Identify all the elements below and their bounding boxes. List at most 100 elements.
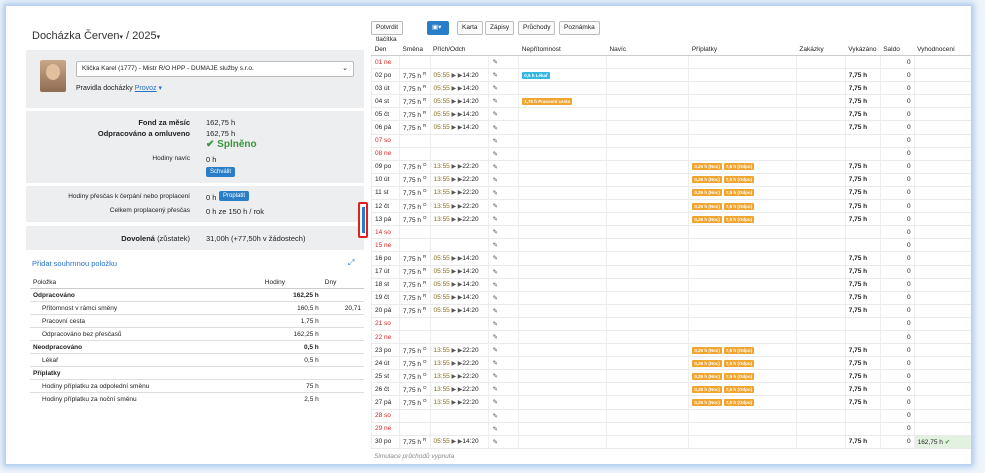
- surcharge-tag[interactable]: 7,5 h (Odpo): [723, 398, 755, 406]
- day-row[interactable]: 15 ne ✎ 0: [371, 238, 971, 253]
- pencil-icon[interactable]: ✎: [492, 399, 497, 406]
- pencil-icon[interactable]: ✎: [492, 98, 497, 105]
- surcharge-tag[interactable]: 0,25 h (Noc): [692, 189, 722, 197]
- passages-button[interactable]: Průchody: [518, 21, 556, 35]
- pencil-icon[interactable]: ✎: [492, 229, 497, 236]
- day-row[interactable]: 07 so ✎ 0: [371, 134, 971, 148]
- pencil-icon[interactable]: ✎: [492, 190, 497, 197]
- day-row[interactable]: 05 čt 7,75 h R 05:55 ▶ ▶14:20 ✎ 7,75 h0: [371, 107, 971, 122]
- surcharge-tag[interactable]: 0,25 h (Noc): [692, 359, 722, 367]
- day-row[interactable]: 30 po 7,75 h R 05:55 ▶ ▶14:20 ✎ 7,75 h 0 162,75…: [371, 435, 971, 449]
- day-row[interactable]: 24 út 7,75 h O 13:55 ▶ ▶22:20 ✎ 0,25 h (Noc) 7…: [371, 356, 971, 371]
- rules-link[interactable]: Provoz: [135, 85, 157, 92]
- expand-icon[interactable]: ⤢: [348, 258, 354, 268]
- pencil-icon[interactable]: ✎: [492, 216, 497, 223]
- pay-overtime-button[interactable]: Proplatit: [219, 191, 250, 201]
- day-row[interactable]: 25 st 7,75 h O 13:55 ▶ ▶22:20 ✎ 0,25 h (Noc) 7…: [371, 369, 971, 384]
- pencil-icon[interactable]: ✎: [492, 203, 497, 210]
- pencil-icon[interactable]: ✎: [492, 347, 497, 354]
- records-button[interactable]: Zápisy: [485, 21, 515, 35]
- caret-down-icon[interactable]: ▾: [159, 85, 163, 92]
- surcharge-tag[interactable]: 0,25 h (Noc): [692, 346, 722, 354]
- surcharge-tag[interactable]: 0,25 h (Noc): [692, 202, 722, 210]
- pencil-icon[interactable]: ✎: [492, 413, 497, 420]
- employee-select[interactable]: Klička Karel (1777) - Mistr R/O HPP - DU…: [76, 61, 354, 77]
- pencil-icon[interactable]: ✎: [492, 177, 497, 184]
- pencil-icon[interactable]: ✎: [492, 59, 497, 66]
- pencil-icon[interactable]: ✎: [492, 282, 497, 289]
- surcharge-tag[interactable]: 7,5 h (Odpo): [723, 359, 755, 367]
- month-dropdown[interactable]: Docházka Červen▾: [32, 30, 123, 42]
- pencil-icon[interactable]: ✎: [492, 321, 497, 328]
- day-row[interactable]: 20 pá 7,75 h R 05:55 ▶ ▶14:20 ✎ 7,75 h0: [371, 304, 971, 318]
- day-row[interactable]: 27 pá 7,75 h O 13:55 ▶ ▶22:20 ✎ 0,25 h (Noc) 7…: [371, 395, 971, 410]
- panel-resize-handle[interactable]: [358, 202, 368, 238]
- day-row[interactable]: 22 ne ✎ 0: [371, 330, 971, 345]
- reported-cell: 7,75 h: [844, 369, 881, 384]
- day-row[interactable]: 23 po 7,75 h O 13:55 ▶ ▶22:20 ✎ 0,25 h (Noc) 7…: [371, 343, 971, 358]
- day-row[interactable]: 01 ne ✎ 0: [371, 55, 971, 70]
- day-row[interactable]: 17 út 7,75 h R 05:55 ▶ ▶14:20 ✎ 7,75 h0: [371, 265, 971, 279]
- pencil-icon[interactable]: ✎: [492, 439, 497, 446]
- absence-tag[interactable]: 1,75 h Pracovní cesta: [522, 97, 573, 105]
- pencil-icon[interactable]: ✎: [492, 269, 497, 276]
- pencil-icon[interactable]: ✎: [492, 255, 497, 262]
- pencil-icon[interactable]: ✎: [492, 242, 497, 249]
- day-row[interactable]: 26 čt 7,75 h O 13:55 ▶ ▶22:20 ✎ 0,25 h (Noc) 7…: [371, 382, 971, 397]
- absence-tag[interactable]: 0,5 h Lékař: [522, 71, 550, 79]
- day-row[interactable]: 16 po 7,75 h R 05:55 ▶ ▶14:20 ✎ 7,75 h0: [371, 251, 971, 266]
- day-row[interactable]: 04 st 7,75 h R 05:55 ▶ ▶14:20 ✎ 1,75 h Pracov…: [371, 94, 971, 109]
- surcharge-tag[interactable]: 0,25 h (Noc): [692, 372, 722, 380]
- surcharge-tag[interactable]: 0,25 h (Noc): [692, 398, 722, 406]
- surcharge-cell: 0,25 h (Noc) 7,5 h (Odpo): [688, 382, 797, 397]
- day-row[interactable]: 28 so ✎ 0: [371, 409, 971, 423]
- pencil-icon[interactable]: ✎: [492, 386, 497, 393]
- note-button[interactable]: Poznámka: [559, 21, 600, 35]
- surcharge-tag[interactable]: 7,5 h (Odpo): [723, 372, 755, 380]
- pencil-icon[interactable]: ✎: [492, 334, 497, 341]
- surcharge-tag[interactable]: 0,25 h (Noc): [692, 215, 722, 223]
- surcharge-tag[interactable]: 7,5 h (Odpo): [723, 189, 755, 197]
- surcharge-tag[interactable]: 7,5 h (Odpo): [723, 215, 755, 223]
- surcharge-tag[interactable]: 7,5 h (Odpo): [723, 176, 755, 184]
- surcharge-tag[interactable]: 7,5 h (Odpo): [723, 163, 755, 171]
- day-row[interactable]: 03 út 7,75 h R 05:55 ▶ ▶14:20 ✎ 7,75 h0: [371, 81, 971, 96]
- day-row[interactable]: 09 po 7,75 h O 13:55 ▶ ▶22:20 ✎ 0,25 h (Noc) 7…: [371, 160, 971, 174]
- day-row[interactable]: 12 čt 7,75 h O 13:55 ▶ ▶22:20 ✎ 0,25 h (Noc) 7…: [371, 199, 971, 214]
- year-dropdown[interactable]: 2025▾: [132, 30, 160, 42]
- pencil-icon[interactable]: ✎: [492, 373, 497, 380]
- day-row[interactable]: 11 st 7,75 h O 13:55 ▶ ▶22:20 ✎ 0,25 h (Noc) 7…: [371, 186, 971, 201]
- pencil-icon[interactable]: ✎: [492, 426, 497, 433]
- pencil-icon[interactable]: ✎: [492, 85, 497, 92]
- surcharge-tag[interactable]: 7,5 h (Odpo): [723, 385, 755, 393]
- day-row[interactable]: 29 ne ✎ 0: [371, 422, 971, 436]
- pencil-icon[interactable]: ✎: [492, 72, 497, 79]
- confirm-buttons-button[interactable]: Potvrdit tlačítka: [371, 21, 404, 43]
- add-summary-link[interactable]: Přidat souhrnnou položku: [32, 259, 117, 268]
- day-row[interactable]: 02 po 7,75 h R 05:55 ▶ ▶14:20 ✎ 0,5 h Lékař 7,…: [371, 68, 971, 83]
- pencil-icon[interactable]: ✎: [492, 164, 497, 171]
- day-row[interactable]: 18 st 7,75 h R 05:55 ▶ ▶14:20 ✎ 7,75 h0: [371, 278, 971, 292]
- day-row[interactable]: 21 so ✎ 0: [371, 317, 971, 331]
- day-row[interactable]: 10 út 7,75 h O 13:55 ▶ ▶22:20 ✎ 0,25 h (Noc) 7…: [371, 173, 971, 187]
- day-row[interactable]: 13 pá 7,75 h O 13:55 ▶ ▶22:20 ✎ 0,25 h (Noc) 7…: [371, 212, 971, 227]
- approve-button[interactable]: Schválit: [206, 167, 236, 177]
- pencil-icon[interactable]: ✎: [492, 138, 497, 145]
- surcharge-tag[interactable]: 7,5 h (Odpo): [723, 346, 755, 354]
- surcharge-tag[interactable]: 0,25 h (Noc): [692, 176, 722, 184]
- pencil-icon[interactable]: ✎: [492, 151, 497, 158]
- day-row[interactable]: 19 čt 7,75 h R 05:55 ▶ ▶14:20 ✎ 7,75 h0: [371, 291, 971, 305]
- pencil-icon[interactable]: ✎: [492, 125, 497, 132]
- pencil-icon[interactable]: ✎: [492, 360, 497, 367]
- pencil-icon[interactable]: ✎: [492, 308, 497, 315]
- day-row[interactable]: 06 pá 7,75 h R 05:55 ▶ ▶14:20 ✎ 7,75 h0: [371, 120, 971, 135]
- surcharge-tag[interactable]: 0,25 h (Noc): [692, 163, 722, 171]
- surcharge-tag[interactable]: 7,5 h (Odpo): [723, 202, 755, 210]
- surcharge-tag[interactable]: 0,25 h (Noc): [692, 385, 722, 393]
- print-dropdown-button[interactable]: ▣▾: [427, 21, 449, 35]
- card-button[interactable]: Karta: [457, 21, 483, 35]
- pencil-icon[interactable]: ✎: [492, 295, 497, 302]
- day-row[interactable]: 08 ne ✎ 0: [371, 147, 971, 161]
- pencil-icon[interactable]: ✎: [492, 111, 497, 118]
- day-row[interactable]: 14 so ✎ 0: [371, 225, 971, 240]
